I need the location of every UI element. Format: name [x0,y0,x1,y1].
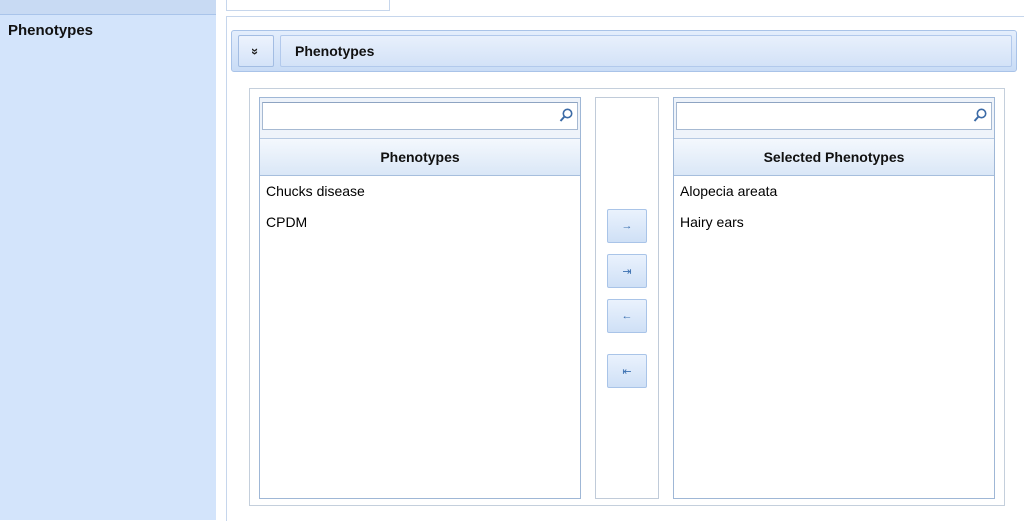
move-right-button[interactable]: → [607,209,647,243]
panel-header: » Phenotypes [231,30,1017,72]
transfer-buttons: → ⇥ ← ⇤ [595,97,659,499]
move-left-button[interactable]: ← [607,299,647,333]
move-all-right-button[interactable]: ⇥ [607,254,647,288]
list-item[interactable]: CPDM [260,207,580,238]
list-item[interactable]: Alopecia areata [674,176,994,207]
selected-search-input[interactable] [676,102,992,130]
available-list: Phenotypes Chucks disease CPDM [259,97,581,499]
shuttle-widget: Phenotypes Chucks disease CPDM → ⇥ ← ⇤ S… [249,88,1005,506]
arrow-left-icon: ← [621,310,633,322]
available-search-input[interactable] [262,102,578,130]
selected-items: Alopecia areata Hairy ears [674,176,994,498]
bar-arrow-left-icon: ⇤ [622,365,632,378]
label-column-top-edge [0,0,216,15]
list-item[interactable]: Chucks disease [260,176,580,207]
field-label: Phenotypes [8,22,94,39]
double-chevron-down-icon: » [248,47,264,55]
move-all-left-button[interactable]: ⇤ [607,354,647,388]
search-icon[interactable] [558,107,574,125]
arrow-right-bar-icon: ⇥ [622,265,632,278]
available-items: Chucks disease CPDM [260,176,580,498]
arrow-right-icon: → [621,220,633,232]
column-divider [216,0,226,520]
list-item[interactable]: Hairy ears [674,207,994,238]
available-search-bar [260,98,580,139]
selected-search-bar [674,98,994,139]
previous-field-edge [226,0,390,11]
selected-list-header[interactable]: Selected Phenotypes [674,139,994,176]
field-label-column: Phenotypes [0,0,216,520]
panel-title: Phenotypes [295,43,375,59]
available-list-header[interactable]: Phenotypes [260,139,580,176]
search-icon[interactable] [972,107,988,125]
selected-list: Selected Phenotypes Alopecia areata Hair… [673,97,995,499]
panel-title-bar[interactable]: Phenotypes [280,35,1012,67]
collapse-button[interactable]: » [238,35,274,67]
